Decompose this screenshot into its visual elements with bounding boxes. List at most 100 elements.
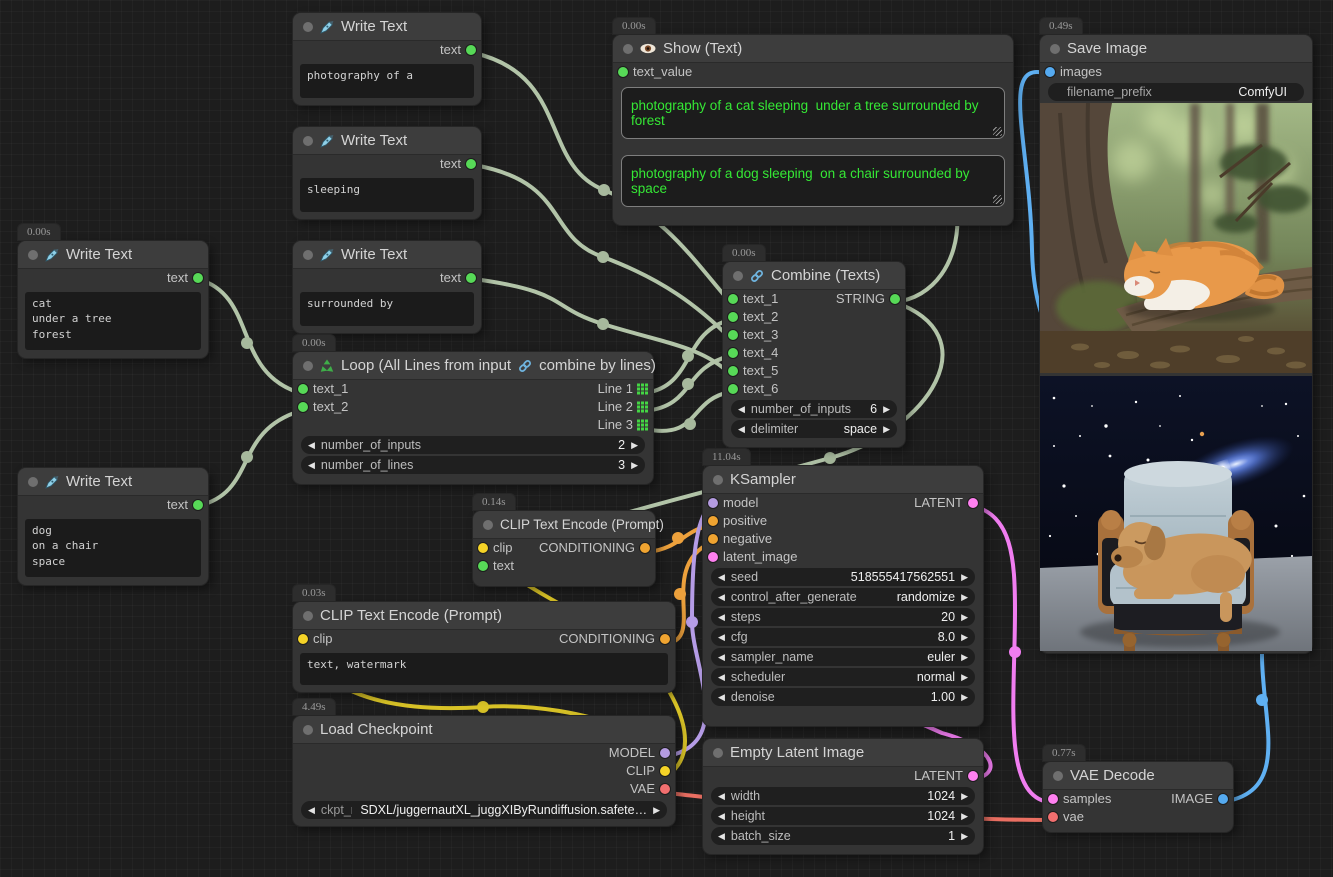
increment-arrow[interactable]: ▶ [631, 456, 638, 474]
node-graph-canvas[interactable]: { "palette":{ "wire_green":"#b2c4a8","wi… [0, 0, 1333, 877]
collapse-dot[interactable] [303, 136, 313, 146]
widget-control-after-generate[interactable]: ◀ control_after_generate randomize ▶ [711, 588, 975, 606]
reroute-dot[interactable] [824, 452, 836, 464]
input-slot-clip[interactable] [298, 634, 308, 644]
increment-arrow[interactable]: ▶ [631, 436, 638, 454]
increment-arrow[interactable]: ▶ [961, 787, 968, 805]
decrement-arrow[interactable]: ◀ [718, 608, 725, 626]
increment-arrow[interactable]: ▶ [961, 807, 968, 825]
output-slot-image[interactable] [1218, 794, 1228, 804]
input-slot-negative[interactable] [708, 534, 718, 544]
node-load-checkpoint[interactable]: 4.49s Load Checkpoint MODEL CLIP VAE ◀ c… [293, 716, 675, 826]
widget-filename-prefix[interactable]: filename_prefix ComfyUI [1048, 83, 1304, 101]
decrement-arrow[interactable]: ◀ [718, 807, 725, 825]
output-slot-text[interactable] [466, 45, 476, 55]
input-slot-model[interactable] [708, 498, 718, 508]
collapse-dot[interactable] [303, 611, 313, 621]
reroute-dot[interactable] [477, 701, 489, 713]
input-slot-images[interactable] [1045, 67, 1055, 77]
negative-prompt-input[interactable]: text, watermark [300, 653, 668, 685]
increment-arrow[interactable]: ▶ [961, 608, 968, 626]
decrement-arrow[interactable]: ◀ [308, 801, 315, 819]
decrement-arrow[interactable]: ◀ [718, 827, 725, 845]
input-slot-text6[interactable] [728, 384, 738, 394]
input-slot-text2[interactable] [728, 312, 738, 322]
node-save-image[interactable]: 0.49s Save Image images filename_prefix … [1040, 35, 1312, 653]
reroute-dot[interactable] [682, 378, 694, 390]
collapse-dot[interactable] [303, 725, 313, 735]
collapse-dot[interactable] [623, 44, 633, 54]
node-header[interactable]: Empty Latent Image [703, 739, 983, 767]
node-write-text-cat[interactable]: 0.00s Write Text text cat under a tree f… [18, 241, 208, 358]
collapse-dot[interactable] [28, 250, 38, 260]
widget-batch-size[interactable]: ◀ batch_size 1 ▶ [711, 827, 975, 845]
decrement-arrow[interactable]: ◀ [308, 456, 315, 474]
node-vae-decode[interactable]: 0.77s VAE Decode samples IMAGE vae [1043, 762, 1233, 832]
input-slot-text1[interactable] [728, 294, 738, 304]
widget-steps[interactable]: ◀ steps 20 ▶ [711, 608, 975, 626]
node-combine-texts[interactable]: 0.00s Combine (Texts) text_1 STRING text… [723, 262, 905, 447]
node-ksampler[interactable]: 11.04s KSampler model LATENT positive ne… [703, 466, 983, 726]
reroute-dot[interactable] [672, 532, 684, 544]
widget-scheduler[interactable]: ◀ scheduler normal ▶ [711, 668, 975, 686]
output-slot-latent[interactable] [968, 771, 978, 781]
reroute-dot[interactable] [684, 418, 696, 430]
text-input[interactable]: sleeping [300, 178, 474, 212]
node-write-text-dog[interactable]: Write Text text dog on a chair space [18, 468, 208, 585]
node-header[interactable]: Write Text [293, 241, 481, 269]
widget-seed[interactable]: ◀ seed 518555417562551 ▶ [711, 568, 975, 586]
collapse-dot[interactable] [483, 520, 493, 530]
widget-cfg[interactable]: ◀ cfg 8.0 ▶ [711, 628, 975, 646]
widget-number-of-inputs[interactable]: ◀ number_of_inputs 2 ▶ [301, 436, 645, 454]
node-header[interactable]: Write Text [293, 13, 481, 41]
output-slot-conditioning[interactable] [660, 634, 670, 644]
increment-arrow[interactable]: ▶ [883, 400, 890, 418]
list-output-slot-line3[interactable] [637, 420, 648, 431]
widget-ckpt-name[interactable]: ◀ ckpt_name SDXL/juggernautXL_juggXIByRu… [301, 801, 667, 819]
node-header[interactable]: KSampler [703, 466, 983, 494]
reroute-dot[interactable] [241, 451, 253, 463]
list-output-slot-line1[interactable] [637, 384, 648, 395]
widget-denoise[interactable]: ◀ denoise 1.00 ▶ [711, 688, 975, 706]
reroute-dot[interactable] [674, 588, 686, 600]
widget-delimiter[interactable]: ◀ delimiter space ▶ [731, 420, 897, 438]
decrement-arrow[interactable]: ◀ [718, 668, 725, 686]
collapse-dot[interactable] [303, 361, 313, 371]
increment-arrow[interactable]: ▶ [961, 827, 968, 845]
widget-number-of-lines[interactable]: ◀ number_of_lines 3 ▶ [301, 456, 645, 474]
reroute-dot[interactable] [598, 184, 610, 196]
text-input[interactable]: surrounded by [300, 292, 474, 326]
node-header[interactable]: VAE Decode [1043, 762, 1233, 790]
node-header[interactable]: CLIP Text Encode (Prompt) [293, 602, 675, 630]
collapse-dot[interactable] [1050, 44, 1060, 54]
node-show-text[interactable]: 0.00s Show (Text) text_value photography… [613, 35, 1013, 225]
output-slot-model[interactable] [660, 748, 670, 758]
collapse-dot[interactable] [303, 22, 313, 32]
widget-sampler-name[interactable]: ◀ sampler_name euler ▶ [711, 648, 975, 666]
increment-arrow[interactable]: ▶ [961, 568, 968, 586]
input-slot-positive[interactable] [708, 516, 718, 526]
list-output-slot-line2[interactable] [637, 402, 648, 413]
decrement-arrow[interactable]: ◀ [718, 648, 725, 666]
input-slot-text1[interactable] [298, 384, 308, 394]
input-slot-clip[interactable] [478, 543, 488, 553]
output-slot-text[interactable] [193, 273, 203, 283]
node-header[interactable]: Combine (Texts) [723, 262, 905, 290]
increment-arrow[interactable]: ▶ [961, 648, 968, 666]
input-slot-text4[interactable] [728, 348, 738, 358]
collapse-dot[interactable] [713, 748, 723, 758]
node-empty-latent-image[interactable]: Empty Latent Image LATENT ◀ width 1024 ▶… [703, 739, 983, 854]
input-slot-text3[interactable] [728, 330, 738, 340]
decrement-arrow[interactable]: ◀ [738, 420, 745, 438]
node-header[interactable]: Loop (All Lines from input combine by li… [293, 352, 653, 380]
decrement-arrow[interactable]: ◀ [718, 628, 725, 646]
reroute-dot[interactable] [686, 616, 698, 628]
decrement-arrow[interactable]: ◀ [718, 688, 725, 706]
output-slot-clip[interactable] [660, 766, 670, 776]
decrement-arrow[interactable]: ◀ [718, 787, 725, 805]
collapse-dot[interactable] [713, 475, 723, 485]
widget-height[interactable]: ◀ height 1024 ▶ [711, 807, 975, 825]
output-slot-latent[interactable] [968, 498, 978, 508]
increment-arrow[interactable]: ▶ [961, 668, 968, 686]
output-slot-text[interactable] [466, 273, 476, 283]
